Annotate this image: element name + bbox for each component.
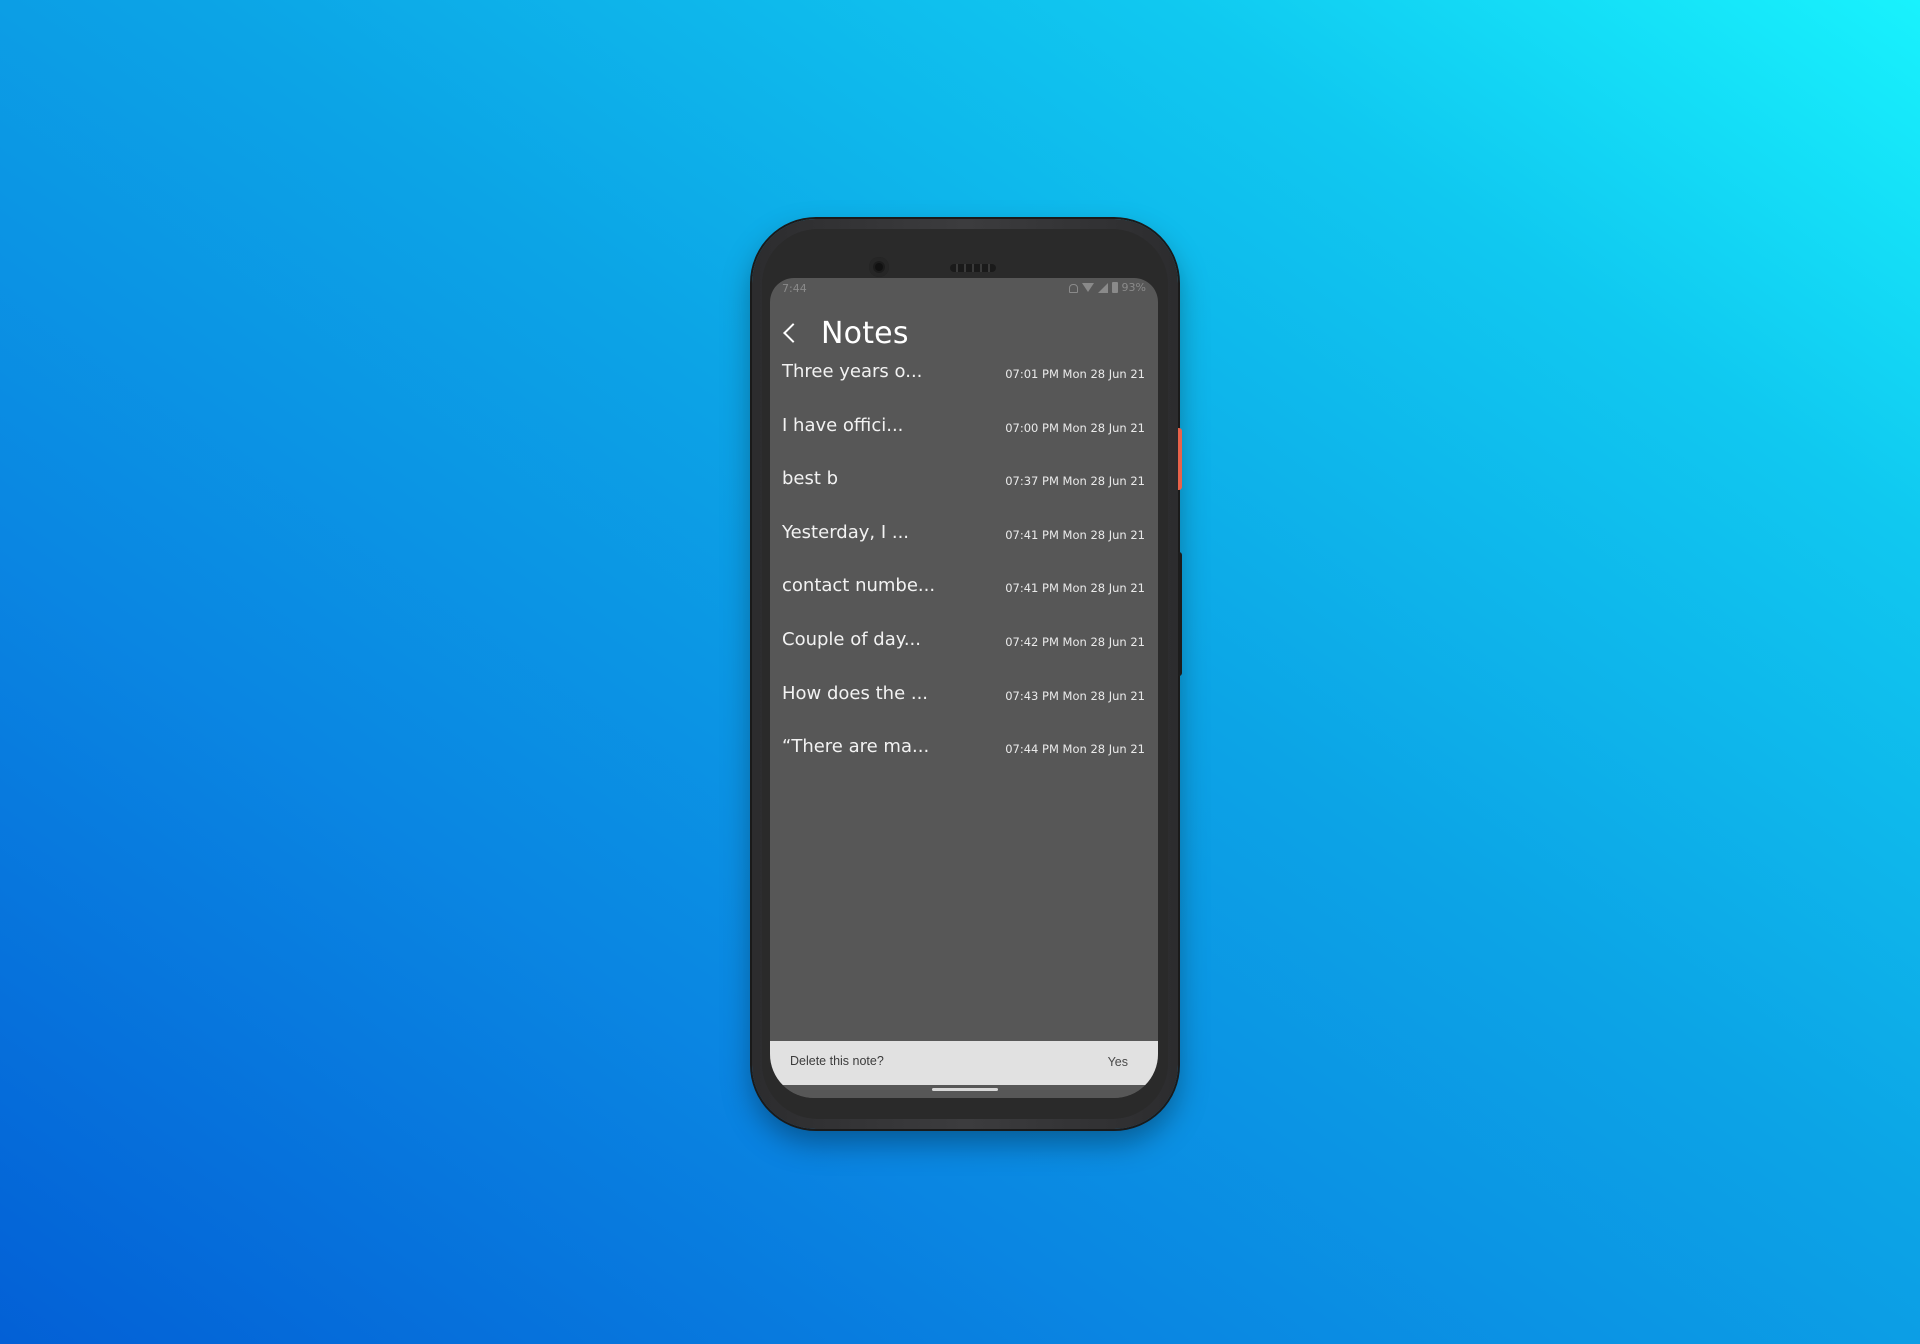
status-time: 7:44 [782, 282, 807, 295]
note-timestamp: 07:41 PM Mon 28 Jun 21 [1005, 581, 1145, 596]
front-camera [869, 257, 889, 277]
note-title: “There are ma... [782, 736, 930, 758]
list-item[interactable]: How does the ... 07:43 PM Mon 28 Jun 21 [770, 683, 1158, 737]
wifi-icon [1081, 283, 1094, 292]
list-item[interactable]: “There are ma... 07:44 PM Mon 28 Jun 21 [770, 736, 1158, 790]
list-item[interactable]: Yesterday, I ... 07:41 PM Mon 28 Jun 21 [770, 522, 1158, 576]
battery-level: 93% [1121, 281, 1146, 294]
note-timestamp: 07:00 PM Mon 28 Jun 21 [1005, 420, 1145, 435]
note-timestamp: 07:44 PM Mon 28 Jun 21 [1005, 742, 1145, 757]
app-header: Notes [770, 314, 1158, 358]
note-title: How does the ... [782, 682, 929, 704]
note-title: Yesterday, I ... [782, 521, 910, 543]
list-item[interactable]: Three years o... 07:01 PM Mon 28 Jun 21 [770, 361, 1158, 415]
note-title: contact numbe... [782, 575, 936, 597]
phone-screen: 7:44 93% Notes Three years o... 07:01 PM… [770, 278, 1158, 1098]
note-timestamp: 07:42 PM Mon 28 Jun 21 [1005, 634, 1145, 649]
bell-off-icon [1068, 283, 1078, 293]
list-item[interactable]: best b 07:37 PM Mon 28 Jun 21 [770, 468, 1158, 522]
delete-confirm-snackbar: Delete this note? Yes [770, 1041, 1158, 1085]
power-button [1178, 428, 1182, 490]
list-item[interactable]: contact numbe... 07:41 PM Mon 28 Jun 21 [770, 575, 1158, 629]
note-timestamp: 07:43 PM Mon 28 Jun 21 [1005, 688, 1145, 703]
note-timestamp: 07:01 PM Mon 28 Jun 21 [1005, 367, 1145, 381]
chevron-left-icon[interactable] [783, 323, 803, 343]
earpiece-speaker [950, 264, 996, 272]
signal-icon [1097, 282, 1108, 293]
note-title: Three years o... [782, 361, 923, 382]
page-title: Notes [821, 316, 909, 351]
note-title: I have offici... [782, 414, 904, 436]
gesture-nav-bar [770, 1085, 1158, 1098]
note-title: best b [782, 468, 839, 490]
home-indicator[interactable] [932, 1088, 998, 1091]
note-list: Three years o... 07:01 PM Mon 28 Jun 21 … [770, 361, 1158, 790]
note-title: Couple of day... [782, 628, 921, 650]
note-timestamp: 07:37 PM Mon 28 Jun 21 [1005, 474, 1145, 489]
list-item[interactable]: Couple of day... 07:42 PM Mon 28 Jun 21 [770, 629, 1158, 683]
volume-button [1178, 552, 1182, 676]
snackbar-message: Delete this note? [790, 1054, 884, 1068]
list-item[interactable]: I have offici... 07:00 PM Mon 28 Jun 21 [770, 415, 1158, 469]
battery-icon [1111, 282, 1118, 293]
confirm-delete-button[interactable]: Yes [1108, 1055, 1128, 1069]
note-timestamp: 07:41 PM Mon 28 Jun 21 [1005, 527, 1145, 542]
status-bar: 7:44 93% [770, 278, 1158, 300]
status-icons: 93% [1068, 281, 1146, 294]
